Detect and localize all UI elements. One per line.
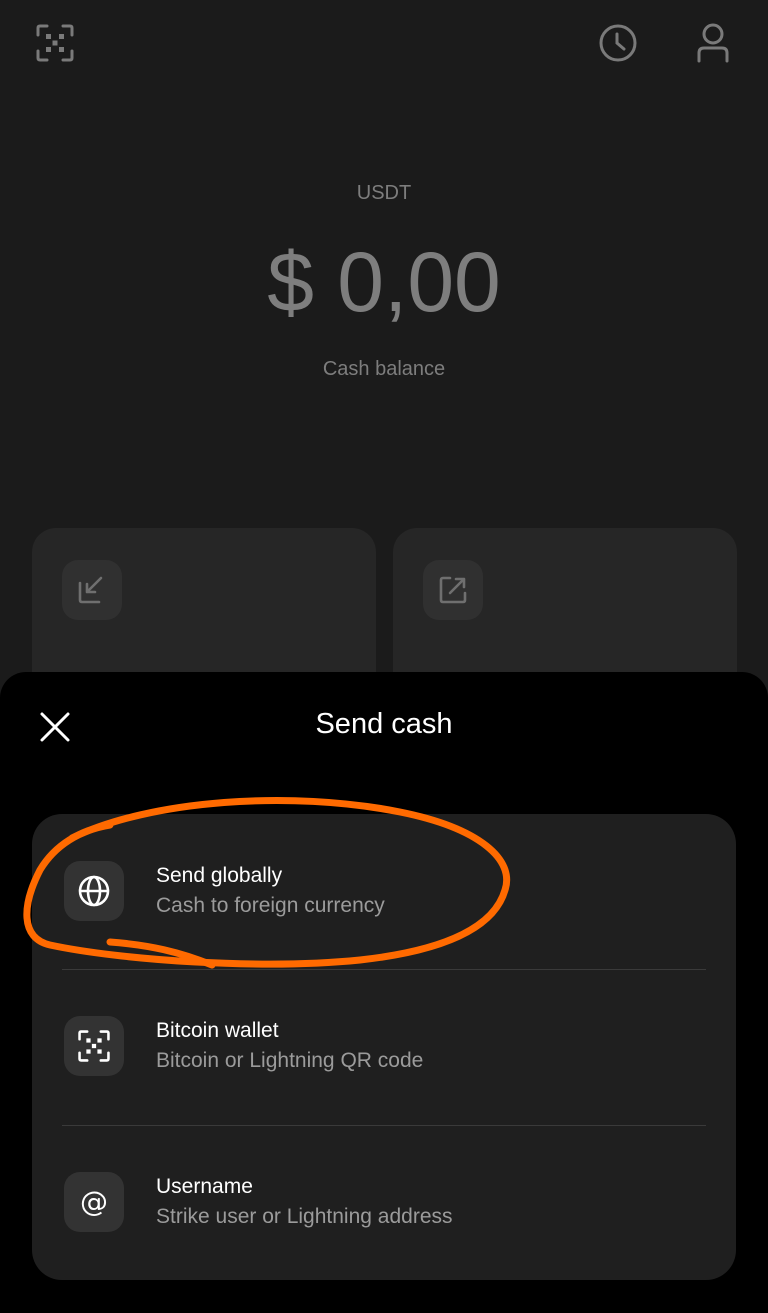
send-options-list: Send globally Cash to foreign currency B… [32, 814, 736, 1280]
balance-caption: Cash balance [322, 358, 446, 380]
globe-icon [78, 875, 110, 907]
history-clock-icon [599, 24, 637, 62]
option-title: Bitcoin wallet [156, 1019, 279, 1042]
at-icon: @ [80, 1185, 108, 1218]
receive-icon-container [62, 560, 122, 620]
option-username[interactable]: @ Username Strike user or Lightning addr… [32, 1125, 736, 1280]
wallet-screen: USDT $ 0,00 Cash balance Send cash Send … [0, 0, 768, 1313]
option-title: Send globally [156, 864, 283, 887]
option-subtitle: Strike user or Lightning address [156, 1205, 453, 1228]
option-subtitle: Bitcoin or Lightning QR code [156, 1049, 424, 1072]
history-button[interactable] [594, 20, 642, 66]
sheet-title: Send cash [315, 708, 453, 740]
option-title: Username [156, 1175, 253, 1198]
option-icon-container: @ [64, 1172, 124, 1232]
option-send-globally[interactable]: Send globally Cash to foreign currency [32, 814, 736, 969]
send-cash-sheet: Send cash Send globally Cash to foreign … [0, 672, 768, 1313]
profile-button[interactable] [690, 20, 736, 66]
receive-arrow-icon [78, 576, 103, 604]
option-icon-container [64, 861, 124, 921]
option-icon-container [64, 1016, 124, 1076]
currency-label: USDT [356, 182, 412, 204]
profile-icon [697, 23, 729, 63]
balance-amount: $ 0,00 [267, 235, 501, 329]
option-bitcoin-wallet[interactable]: Bitcoin wallet Bitcoin or Lightning QR c… [32, 969, 736, 1124]
send-icon-container [423, 560, 483, 620]
scan-icon [36, 24, 74, 62]
scan-button[interactable] [30, 20, 80, 66]
option-subtitle: Cash to foreign currency [156, 894, 385, 917]
qr-scan-icon [78, 1030, 110, 1062]
send-arrow-icon [439, 576, 467, 604]
